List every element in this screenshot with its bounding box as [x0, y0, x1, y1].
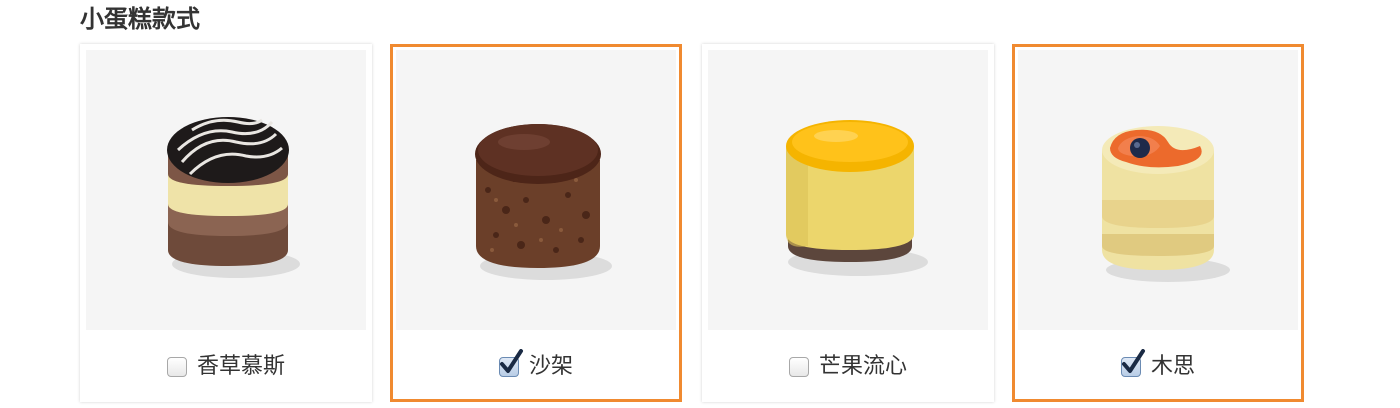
section-title: 小蛋糕款式 [80, 5, 200, 33]
cake-label: 沙架 [528, 354, 573, 379]
cake-option-mango[interactable]: 芒果流心 [705, 347, 991, 387]
cake-photo-vanilla-mousse [86, 50, 366, 330]
cake-photo-fruit-mousse [1018, 50, 1298, 330]
checkmark-icon [499, 349, 523, 373]
cake-option-vanilla-mousse[interactable]: 香草慕斯 [83, 347, 369, 387]
cake-label: 木思 [1150, 354, 1195, 379]
cake-option-sacher[interactable]: 沙架 [393, 347, 679, 387]
cake-card-vanilla-mousse[interactable]: 香草慕斯 [80, 44, 372, 402]
cake-card-fruit-mousse[interactable]: 木思 [1012, 44, 1304, 402]
cake-card-sacher[interactable]: 沙架 [390, 44, 682, 402]
cake-label: 芒果流心 [818, 354, 907, 379]
cake-photo-sacher [396, 50, 676, 330]
checkbox[interactable] [788, 357, 809, 377]
checkbox-checked[interactable] [1120, 349, 1145, 377]
cake-card-mango[interactable]: 芒果流心 [702, 44, 994, 402]
checkmark-icon [1121, 349, 1145, 373]
cake-photo-mango [708, 50, 988, 330]
cake-label: 香草慕斯 [196, 354, 285, 379]
checkbox[interactable] [166, 357, 187, 377]
cake-option-fruit-mousse[interactable]: 木思 [1015, 347, 1301, 387]
checkbox-checked[interactable] [498, 349, 523, 377]
